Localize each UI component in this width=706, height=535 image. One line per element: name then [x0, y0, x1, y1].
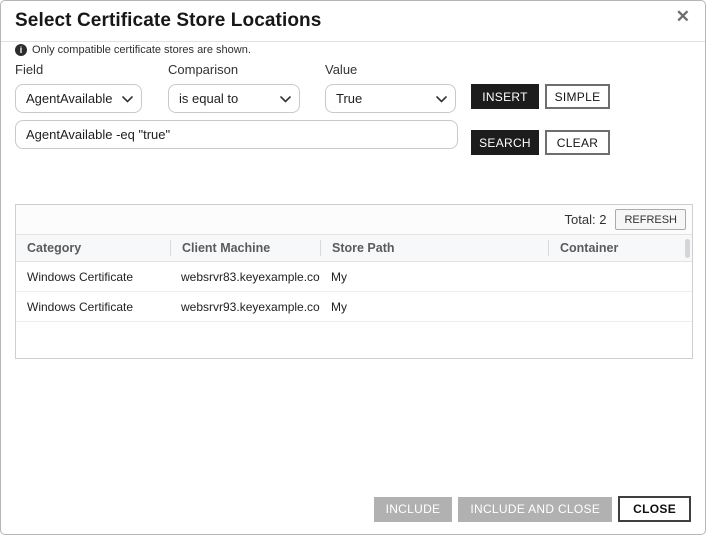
- field-label: Field: [15, 62, 43, 77]
- comparison-label: Comparison: [168, 62, 238, 77]
- cell-client-machine: websrvr83.keyexample.com: [170, 270, 320, 284]
- dialog-title: Select Certificate Store Locations: [15, 10, 691, 32]
- refresh-button[interactable]: REFRESH: [615, 209, 686, 230]
- filter-section: i Only compatible certificate stores are…: [1, 42, 705, 190]
- cell-category: Windows Certificate: [16, 270, 170, 284]
- table-header-row: Category Client Machine Store Path Conta…: [16, 235, 692, 262]
- column-header-container[interactable]: Container: [548, 240, 688, 256]
- insert-button[interactable]: INSERT: [471, 84, 539, 109]
- field-select[interactable]: AgentAvailable: [15, 84, 142, 113]
- comparison-select[interactable]: is equal to: [168, 84, 300, 113]
- column-header-store-path[interactable]: Store Path: [320, 240, 548, 256]
- results-table: Total: 2 REFRESH Category Client Machine…: [15, 204, 693, 359]
- cell-category: Windows Certificate: [16, 300, 170, 314]
- close-button[interactable]: CLOSE: [618, 496, 691, 522]
- table-row[interactable]: Windows Certificate websrvr83.keyexample…: [16, 262, 692, 292]
- notice-text: Only compatible certificate stores are s…: [32, 44, 251, 56]
- field-select-wrap: AgentAvailable: [15, 84, 142, 113]
- search-button[interactable]: SEARCH: [471, 130, 539, 155]
- close-icon[interactable]: ✕: [676, 8, 690, 25]
- clear-button[interactable]: CLEAR: [545, 130, 610, 155]
- column-header-category[interactable]: Category: [16, 240, 170, 256]
- value-label: Value: [325, 62, 357, 77]
- cell-store-path: My: [320, 300, 548, 314]
- dialog-footer: INCLUDE INCLUDE AND CLOSE CLOSE: [374, 496, 691, 522]
- value-select[interactable]: True: [325, 84, 456, 113]
- table-scrollbar-thumb[interactable]: [685, 239, 690, 258]
- dialog-header: Select Certificate Store Locations ✕: [1, 1, 705, 42]
- comparison-select-wrap: is equal to: [168, 84, 300, 113]
- total-count: Total: 2: [565, 212, 607, 227]
- cell-client-machine: websrvr93.keyexample.com: [170, 300, 320, 314]
- simple-button[interactable]: SIMPLE: [545, 84, 610, 109]
- table-row[interactable]: Windows Certificate websrvr93.keyexample…: [16, 292, 692, 322]
- query-input[interactable]: [15, 120, 458, 149]
- include-and-close-button[interactable]: INCLUDE AND CLOSE: [458, 497, 612, 522]
- value-select-wrap: True: [325, 84, 456, 113]
- info-icon: i: [15, 44, 27, 56]
- column-header-client-machine[interactable]: Client Machine: [170, 240, 320, 256]
- compatibility-notice: i Only compatible certificate stores are…: [15, 44, 251, 56]
- table-toolbar: Total: 2 REFRESH: [16, 205, 692, 235]
- include-button[interactable]: INCLUDE: [374, 497, 453, 522]
- cell-store-path: My: [320, 270, 548, 284]
- select-certificate-store-locations-dialog: Select Certificate Store Locations ✕ i O…: [0, 0, 706, 535]
